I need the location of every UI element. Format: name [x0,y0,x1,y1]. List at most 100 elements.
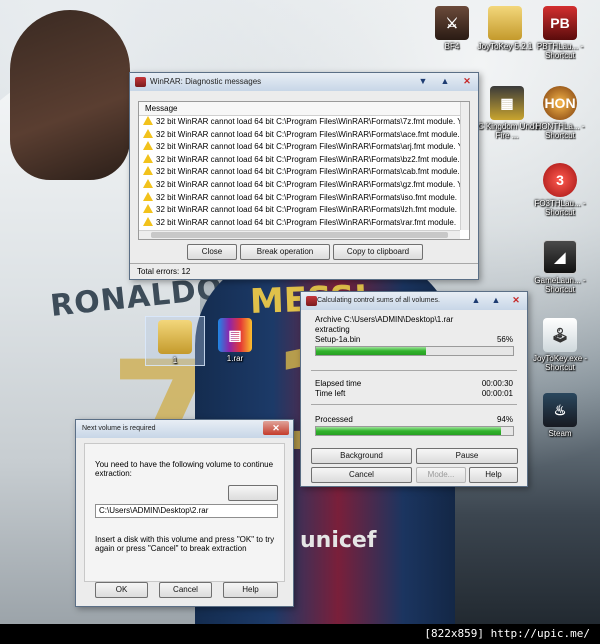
ok-button[interactable]: OK [95,582,148,598]
list-item[interactable]: 32 bit WinRAR cannot load 64 bit C:\Prog… [139,204,469,217]
mode-button[interactable]: Mode... [416,467,466,483]
progress-window: Calculating control sums of all volumes.… [300,291,528,487]
list-item[interactable]: 32 bit WinRAR cannot load 64 bit C:\Prog… [139,178,469,192]
volume-path-input[interactable]: C:\Users\ADMIN\Desktop\2.rar [95,504,278,518]
volume-instructions: Insert a disk with this volume and press… [95,535,275,553]
close-icon[interactable]: ✕ [509,293,523,307]
list-column-message[interactable]: Message [139,102,469,116]
folder-icon [488,6,522,40]
diagnostic-window: WinRAR: Diagnostic messages ▼ ▲ ✕ Messag… [129,72,479,280]
diagnostic-title: WinRAR: Diagnostic messages [150,77,262,86]
maximize-icon[interactable]: ▲ [438,74,452,88]
list-item[interactable]: 32 bit WinRAR cannot load 64 bit C:\Prog… [139,191,469,205]
time-left-value: 00:00:01 [481,389,513,398]
desktop-icon-label: JoyToKey.exe - Shortcut [532,354,588,372]
game-launcher-icon: ◢ [543,240,577,274]
divider [311,404,517,405]
horizontal-scrollbar[interactable] [139,230,460,239]
desktop-icon-label: Steam [548,429,572,438]
desktop-icon-label: GameLaun... - Shortcut [534,276,586,294]
warning-icon [143,216,153,226]
total-errors: Total errors: 12 [137,267,191,276]
processed-progress-fill [316,427,502,435]
diagnostic-message-list[interactable]: Message 32 bit WinRAR cannot load 64 bit… [138,101,470,240]
winrar-icon [306,296,317,306]
next-volume-title: Next volume is required [82,425,156,432]
time-left-label: Time left [315,389,346,398]
close-button[interactable]: Close [187,244,237,260]
volume-message: You need to have the following volume to… [95,460,274,478]
list-item[interactable]: 32 bit WinRAR cannot load 64 bit C:\Prog… [139,166,469,179]
list-item[interactable]: 32 bit WinRAR cannot load 64 bit C:\Prog… [139,128,469,142]
close-icon[interactable]: ✕ [460,74,474,88]
desktop-icon-label: FO3THLau... - Shortcut [534,199,586,217]
file-progress-fill [316,347,427,355]
minimize-icon[interactable]: ▲ [469,293,483,307]
image-host-caption: [822x859] http://upic.me/ [0,624,600,644]
warning-icon [143,178,153,188]
desktop-icon-honthlauncher[interactable]: HON HONTHLa... - Shortcut [525,86,595,140]
list-item[interactable]: 32 bit WinRAR cannot load 64 bit C:\Prog… [139,116,469,129]
game-box-icon: ▦ [490,86,524,120]
cancel-button[interactable]: Cancel [311,467,412,483]
desktop-icon-label: 1 [172,356,178,365]
file-percent: 56% [496,335,513,344]
processed-percent: 94% [496,415,513,424]
warning-icon [143,116,153,125]
desktop-icon-joytokey-exe[interactable]: 🕹 JoyToKey.exe - Shortcut [525,318,595,372]
cancel-button[interactable]: Cancel [159,582,212,598]
divider [311,370,517,371]
wallpaper-sponsor: unicef [300,528,377,553]
steam-icon: ♨ [543,393,577,427]
desktop-icon-folder-1[interactable]: 1 [145,316,205,366]
list-item[interactable]: 32 bit WinRAR cannot load 64 bit C:\Prog… [139,216,469,230]
desktop-icon-pbthlauncher[interactable]: PB PBTHLau... - Shortcut [525,6,595,60]
warning-icon [143,153,153,163]
file-progress-bar [315,346,514,356]
browse-button[interactable] [228,485,278,501]
progress-titlebar[interactable]: Calculating control sums of all volumes.… [301,292,527,310]
archive-path: Archive C:\Users\ADMIN\Desktop\1.rar [315,315,454,324]
bf4-icon: ⚔ [435,6,469,40]
processed-label: Processed [315,415,353,424]
hon-icon: HON [543,86,577,120]
warning-icon [143,128,153,138]
desktop-icon-1rar[interactable]: ▤ 1.rar [200,318,270,363]
desktop-icon-gamelauncher[interactable]: ◢ GameLaun... - Shortcut [525,240,595,294]
pause-button[interactable]: Pause [416,448,518,464]
rar-archive-icon: ▤ [218,318,252,352]
desktop-icon-fo3thlauncher[interactable]: 3 FO3THLau... - Shortcut [525,163,595,217]
winrar-icon [135,77,146,87]
close-icon[interactable]: ✕ [263,421,289,435]
warning-icon [143,191,153,201]
processed-progress-bar [315,426,514,436]
pointblank-icon: PB [543,6,577,40]
diagnostic-titlebar[interactable]: WinRAR: Diagnostic messages ▼ ▲ ✕ [130,73,478,91]
status-divider [130,263,478,264]
desktop-icon-label: HONTHLa... - Shortcut [535,122,585,140]
scrollbar-thumb[interactable] [151,232,448,238]
warning-icon [143,141,153,151]
maximize-icon[interactable]: ▲ [489,293,503,307]
elapsed-label: Elapsed time [315,379,362,388]
list-item[interactable]: 32 bit WinRAR cannot load 64 bit C:\Prog… [139,153,469,167]
progress-title: Calculating control sums of all volumes. [317,297,440,304]
list-item[interactable]: 32 bit WinRAR cannot load 64 bit C:\Prog… [139,141,469,154]
warning-icon [143,204,153,214]
warning-icon [143,166,153,176]
minimize-icon[interactable]: ▼ [416,74,430,88]
next-volume-dialog: Next volume is required ✕ You need to ha… [75,419,294,607]
folder-icon [158,320,192,354]
copy-to-clipboard-button[interactable]: Copy to clipboard [333,244,423,260]
desktop-icon-label: PBTHLau... - Shortcut [536,42,584,60]
next-volume-titlebar[interactable]: Next volume is required ✕ [76,420,293,438]
background-button[interactable]: Background [311,448,412,464]
break-operation-button[interactable]: Break operation [240,244,330,260]
joystick-icon: 🕹 [543,318,577,352]
current-file: Setup-1a.bin [315,335,361,344]
desktop-icon-label: 1.rar [226,354,244,363]
help-button[interactable]: Help [223,582,278,598]
vertical-scrollbar[interactable] [460,102,469,230]
help-button[interactable]: Help [469,467,518,483]
desktop-icon-steam[interactable]: ♨ Steam [525,393,595,438]
